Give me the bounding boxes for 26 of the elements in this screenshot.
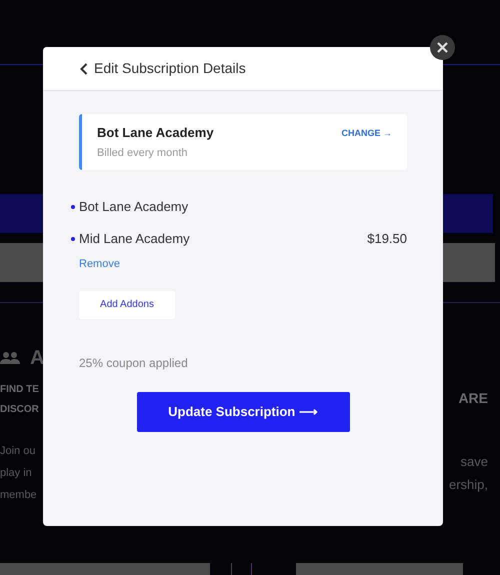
close-icon	[437, 42, 448, 53]
section-text: Join ou	[0, 444, 36, 459]
plan-name: Bot Lane Academy	[97, 124, 214, 142]
modal-title: Edit Subscription Details	[94, 59, 246, 78]
section-title: FIND TE	[0, 383, 39, 397]
remove-link[interactable]: Remove	[79, 256, 120, 272]
close-button[interactable]	[430, 35, 455, 60]
back-icon[interactable]	[80, 62, 88, 74]
update-subscription-button[interactable]: Update Subscription ⟶	[136, 392, 350, 432]
section-text: save	[460, 453, 488, 471]
addon-price: $19.50	[367, 230, 407, 248]
people-icon	[0, 351, 20, 365]
section-title: ARE	[458, 389, 488, 408]
addon-name: Mid Lane Academy	[79, 230, 190, 248]
section-heading: A	[30, 346, 44, 371]
section-text: membe	[0, 488, 37, 503]
section-title: DISCOR	[0, 403, 39, 417]
bullet-icon	[71, 237, 75, 241]
billing-text: Billed every month	[97, 146, 188, 160]
bullet-icon	[71, 205, 75, 209]
addon-name: Bot Lane Academy	[79, 198, 188, 216]
section-text: ership,	[448, 476, 488, 494]
section-text: play in	[0, 466, 32, 481]
coupon-text: 25% coupon applied	[79, 354, 189, 372]
change-link[interactable]: CHANGE →	[341, 127, 392, 140]
add-addons-button[interactable]: Add Addons	[79, 290, 175, 318]
